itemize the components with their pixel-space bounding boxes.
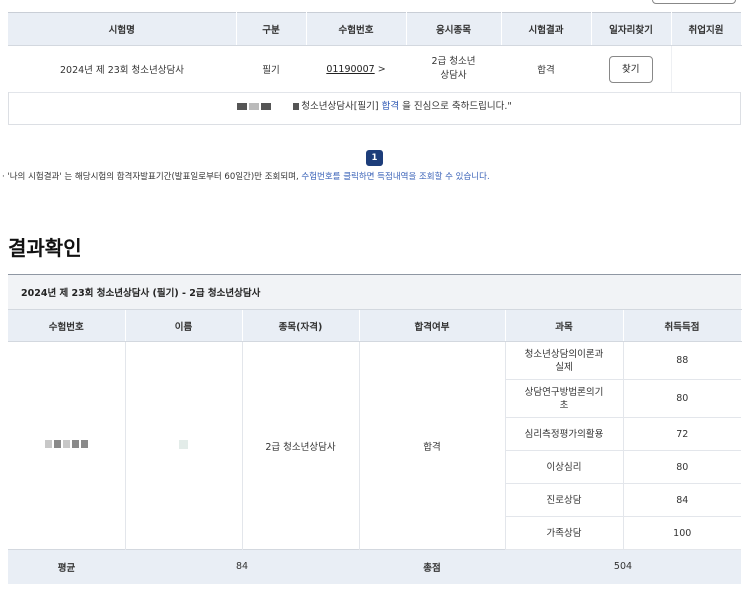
redacted-name-block <box>249 103 260 110</box>
table-row: 2급 청소년상담사 합격 청소년상담의이론과 실제 88 <box>8 341 741 550</box>
subject-name: 이상심리 <box>505 450 624 484</box>
redacted-name-block <box>293 103 300 110</box>
notice-part2: 수험번호를 클릭하면 득점내역을 조회할 수 있습니다. <box>301 172 490 182</box>
header-subject: 과목 <box>505 309 624 342</box>
congrats-pass-word: 합격 <box>381 101 400 112</box>
result-header-row: 수험번호 이름 종목(자격) 합격여부 과목 취득득점 <box>8 309 742 342</box>
redacted-name <box>125 341 243 550</box>
congrats-prefix: 청소년상담사[필기] <box>301 101 379 112</box>
chevron-right-icon: > <box>377 63 386 75</box>
notice-text: · '나의 시험결과' 는 해당시험의 합격자발표기간(발표일로부터 60일간)… <box>2 170 490 182</box>
cropped-top-button[interactable] <box>652 0 736 4</box>
find-job-cell: 찾기 <box>591 45 672 93</box>
average-label: 평균 <box>8 549 125 584</box>
header-score: 취득득점 <box>623 309 742 342</box>
redacted-name-block <box>237 103 248 110</box>
table-header-row: 시험명 구분 수험번호 응시종목 시험결과 일자리찾기 취업지원 <box>8 12 742 46</box>
redacted-exam-number <box>8 341 126 550</box>
header-name: 이름 <box>125 309 243 342</box>
header-employment-support: 취업지원 <box>671 12 742 46</box>
notice-part1: · '나의 시험결과' 는 해당시험의 합격자발표기간(발표일로부터 60일간)… <box>2 172 299 182</box>
subject-name: 청소년상담의이론과 실제 <box>505 341 624 380</box>
header-exam-number: 수험번호 <box>306 12 407 46</box>
subject-score: 84 <box>623 483 741 517</box>
table-row: 2024년 제 23회 청소년상담사 필기 01190007 > 2급 청소년상… <box>8 45 741 93</box>
redacted-exam-number-blocks <box>44 440 88 448</box>
subject-name: 상담연구방법론의기 초 <box>505 379 624 418</box>
category-cell: 2급 청소년상담사 <box>406 45 501 93</box>
header-qualification: 종목(자격) <box>242 309 360 342</box>
subject-score: 88 <box>623 341 741 380</box>
header-job-search: 일자리찾기 <box>591 12 672 46</box>
exam-results-table: 시험명 구분 수험번호 응시종목 시험결과 일자리찾기 취업지원 2024년 제… <box>8 12 742 93</box>
result-caption-row: 2024년 제 23회 청소년상담사 (필기) - 2급 청소년상담사 <box>8 274 741 310</box>
subject-name: 가족상담 <box>505 516 624 550</box>
find-job-button[interactable]: 찾기 <box>608 55 653 83</box>
total-label: 총점 <box>359 549 505 584</box>
header-category: 응시종목 <box>406 12 502 46</box>
qualification-cell: 2급 청소년상담사 <box>242 341 360 550</box>
subject-score: 72 <box>623 417 741 451</box>
result-footer-row: 평균 84 총점 504 <box>8 549 741 584</box>
congratulations-message: 청소년상담사[필기] 합격 을 진심으로 축하드립니다." <box>8 92 741 125</box>
section-title: 결과확인 <box>8 236 82 260</box>
result-cell: 합격 <box>501 45 591 93</box>
header-exam-number: 수험번호 <box>8 309 126 342</box>
subject-score: 100 <box>623 516 741 550</box>
exam-name-cell: 2024년 제 23회 청소년상담사 <box>8 45 236 93</box>
header-exam-name: 시험명 <box>8 12 237 46</box>
total-value: 504 <box>505 549 741 584</box>
subject-name: 심리측정평가의활용 <box>505 417 624 451</box>
exam-type-cell: 필기 <box>236 45 306 93</box>
congrats-suffix: 을 진심으로 축하드립니다." <box>402 101 512 112</box>
redacted-name-block <box>261 103 272 110</box>
average-value: 84 <box>125 549 359 584</box>
pass-status-cell: 합격 <box>359 341 506 550</box>
employment-support-cell <box>671 45 741 93</box>
redacted-name-block <box>179 439 188 449</box>
subject-score: 80 <box>623 450 741 484</box>
result-detail-table: 2024년 제 23회 청소년상담사 (필기) - 2급 청소년상담사 수험번호… <box>8 274 742 584</box>
exam-number-cell: 01190007 > <box>306 45 406 93</box>
pagination-page-1[interactable]: 1 <box>366 150 383 166</box>
subject-name: 진로상담 <box>505 483 624 517</box>
header-result: 시험결과 <box>501 12 592 46</box>
header-type: 구분 <box>236 12 307 46</box>
exam-number-link[interactable]: 01190007 <box>326 64 374 75</box>
header-pass-status: 합격여부 <box>359 309 506 342</box>
result-caption: 2024년 제 23회 청소년상담사 (필기) - 2급 청소년상담사 <box>8 274 741 310</box>
subject-score: 80 <box>623 379 741 418</box>
